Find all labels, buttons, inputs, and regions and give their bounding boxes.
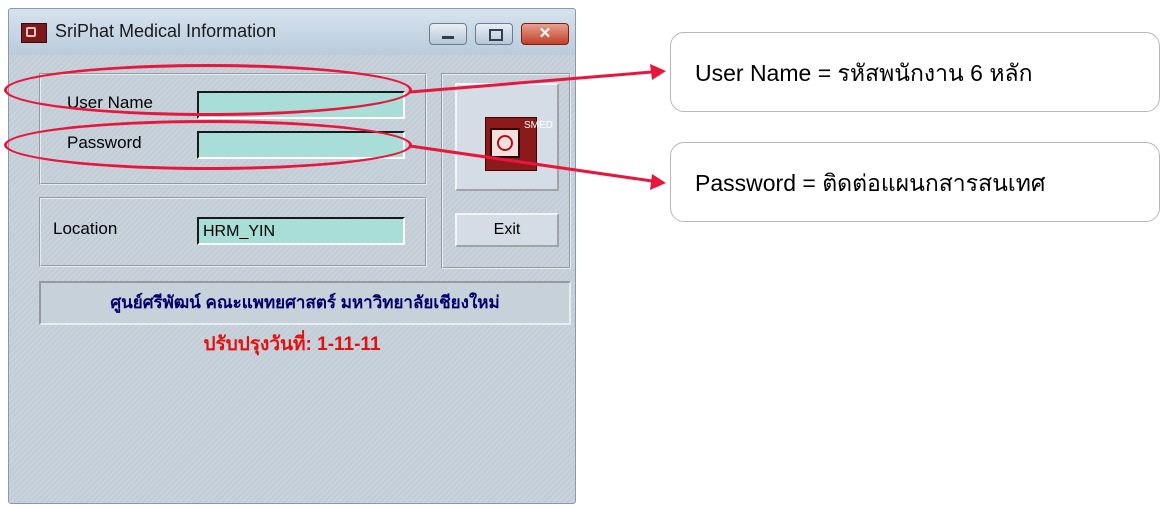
password-callout: Password = ติดต่อแผนกสารสนเทศ — [670, 142, 1160, 222]
username-arrow — [409, 70, 653, 94]
username-arrowhead — [650, 64, 666, 80]
password-arrowhead — [650, 174, 666, 190]
password-arrow — [409, 144, 653, 183]
username-callout: User Name = รหัสพนักงาน 6 หลัก — [670, 32, 1160, 112]
